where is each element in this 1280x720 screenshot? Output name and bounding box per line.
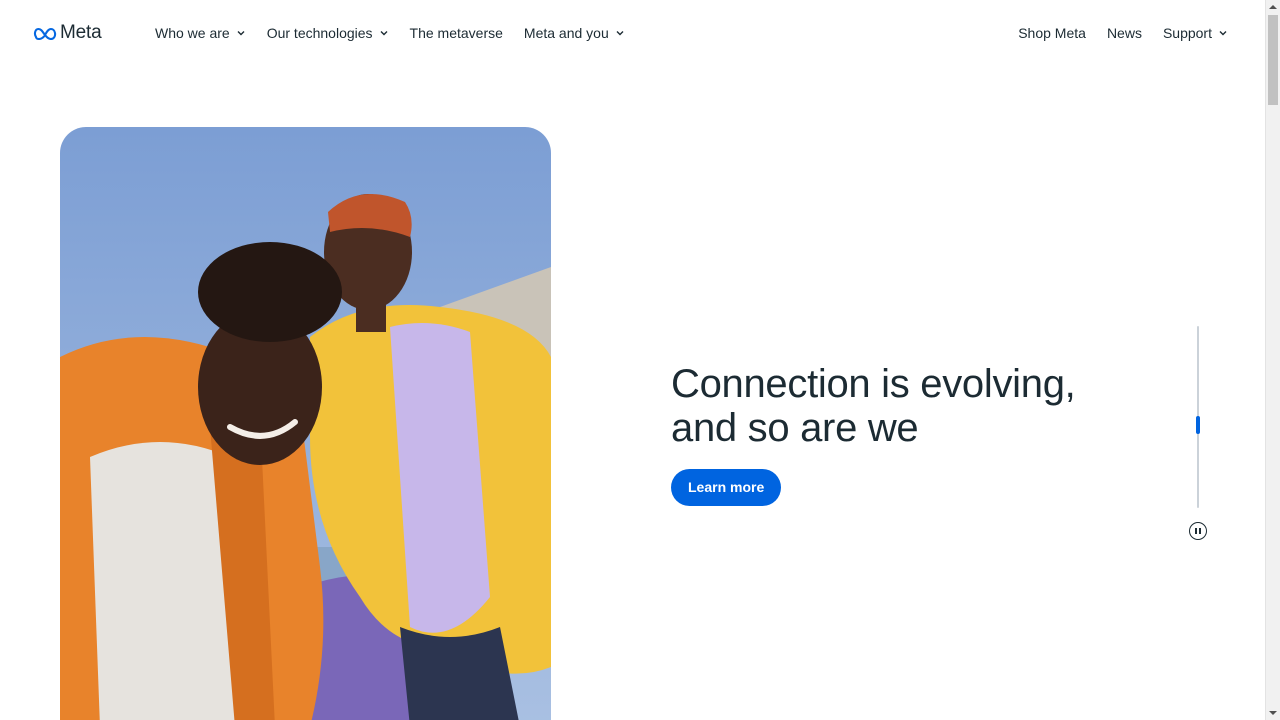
pause-icon [1195, 528, 1197, 534]
hero-photo-illustration [60, 127, 551, 720]
nav-shop-meta[interactable]: Shop Meta [1018, 23, 1086, 43]
chevron-down-icon [1219, 31, 1227, 36]
nav-label: Shop Meta [1018, 25, 1086, 41]
logo-wordmark: Meta [60, 22, 102, 43]
nav-news[interactable]: News [1107, 23, 1142, 43]
nav-label: The metaverse [409, 25, 503, 41]
nav-label: Who we are [155, 25, 230, 41]
site-header: Meta Who we are Our technologies The met… [0, 0, 1265, 66]
hero-heading: Connection is evolving, and so are we [671, 362, 1171, 450]
hero-heading-line-1: Connection is evolving, [671, 362, 1076, 406]
scroll-up-arrow-icon[interactable] [1269, 5, 1277, 9]
chevron-down-icon [616, 31, 624, 36]
learn-more-button[interactable]: Learn more [671, 469, 782, 506]
nav-label: Our technologies [266, 25, 373, 41]
nav-who-we-are[interactable]: Who we are [155, 23, 246, 43]
vertical-scrollbar[interactable] [1265, 0, 1280, 720]
meta-infinity-icon [33, 27, 57, 40]
pause-icon-bar [1199, 528, 1201, 534]
carousel-pause-button[interactable] [1189, 522, 1207, 540]
scrollbar-thumb[interactable] [1268, 15, 1278, 105]
nav-label: Meta and you [523, 25, 609, 41]
carousel-progress-track[interactable] [1196, 326, 1200, 508]
carousel-progress-indicator [1196, 416, 1200, 434]
hero-photo [60, 127, 551, 720]
primary-nav: Who we are Our technologies The metavers… [155, 23, 646, 43]
hero-heading-line-2: and so are we [671, 406, 919, 450]
secondary-nav: Shop Meta News Support [997, 23, 1228, 43]
page: Meta Who we are Our technologies The met… [0, 0, 1280, 720]
nav-label: News [1106, 25, 1142, 41]
nav-label: Support [1162, 25, 1212, 41]
nav-support[interactable]: Support [1163, 23, 1228, 43]
nav-the-metaverse[interactable]: The metaverse [410, 23, 503, 43]
nav-meta-and-you[interactable]: Meta and you [524, 23, 625, 43]
nav-our-technologies[interactable]: Our technologies [267, 23, 389, 43]
scroll-down-arrow-icon[interactable] [1269, 711, 1277, 715]
chevron-down-icon [380, 31, 388, 36]
meta-logo[interactable]: Meta [33, 22, 102, 44]
chevron-down-icon [237, 31, 245, 36]
